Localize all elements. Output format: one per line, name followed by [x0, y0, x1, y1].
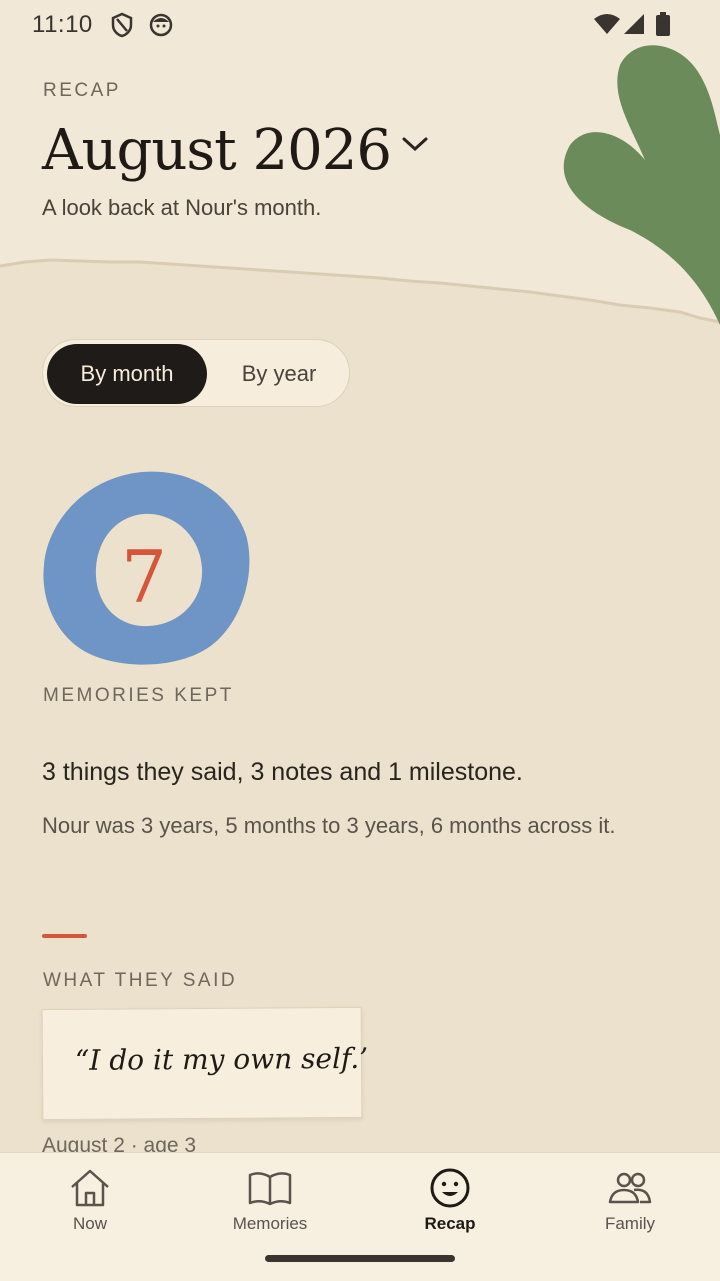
age-range-text: Nour was 3 years, 5 months to 3 years, 6… [42, 813, 616, 838]
by-month-option[interactable]: By month [47, 344, 207, 404]
memories-summary: 3 things they said, 3 notes and 1 milest… [42, 758, 523, 786]
month-title[interactable]: August 2026 [42, 118, 392, 183]
face-icon [149, 13, 173, 37]
memories-kept-label: MEMORIES KEPT [43, 685, 234, 706]
nav-item-now[interactable]: Now [0, 1153, 180, 1253]
battery-icon [656, 12, 670, 36]
nav-item-family[interactable]: Family [540, 1153, 720, 1253]
home-indicator[interactable] [265, 1255, 455, 1262]
shield-icon [111, 12, 133, 38]
cell-signal-icon [624, 14, 644, 34]
page-subtitle: A look back at Nour's month. [42, 195, 322, 220]
nav-label: Now [72, 1214, 107, 1233]
status-bar: 11:10 [0, 0, 720, 50]
section-divider [42, 934, 87, 938]
book-icon [248, 1172, 292, 1206]
nav-item-recap[interactable]: Recap [360, 1153, 540, 1253]
nav-item-memories[interactable]: Memories [180, 1153, 360, 1253]
chevron-down-icon[interactable] [400, 132, 430, 156]
what-they-said-heading: WHAT THEY SAID [43, 970, 238, 991]
home-icon [71, 1169, 109, 1207]
quote-card[interactable]: “I do it my own self.’ [41, 1006, 368, 1121]
memories-count: 7 [121, 535, 167, 619]
status-time: 11:10 [32, 11, 93, 38]
nav-label: Family [604, 1214, 656, 1233]
recap-eyebrow: RECAP [43, 80, 121, 101]
people-icon [608, 1172, 652, 1204]
wifi-icon [594, 14, 620, 34]
period-toggle: By month By year [42, 339, 350, 407]
nav-label: Recap [424, 1214, 476, 1233]
smiley-icon [430, 1168, 470, 1208]
quote-text: “I do it my own self.’ [74, 1041, 369, 1077]
leaf-decoration [563, 45, 720, 326]
nav-label: Memories [232, 1214, 308, 1233]
by-year-option[interactable]: By year [211, 344, 347, 404]
